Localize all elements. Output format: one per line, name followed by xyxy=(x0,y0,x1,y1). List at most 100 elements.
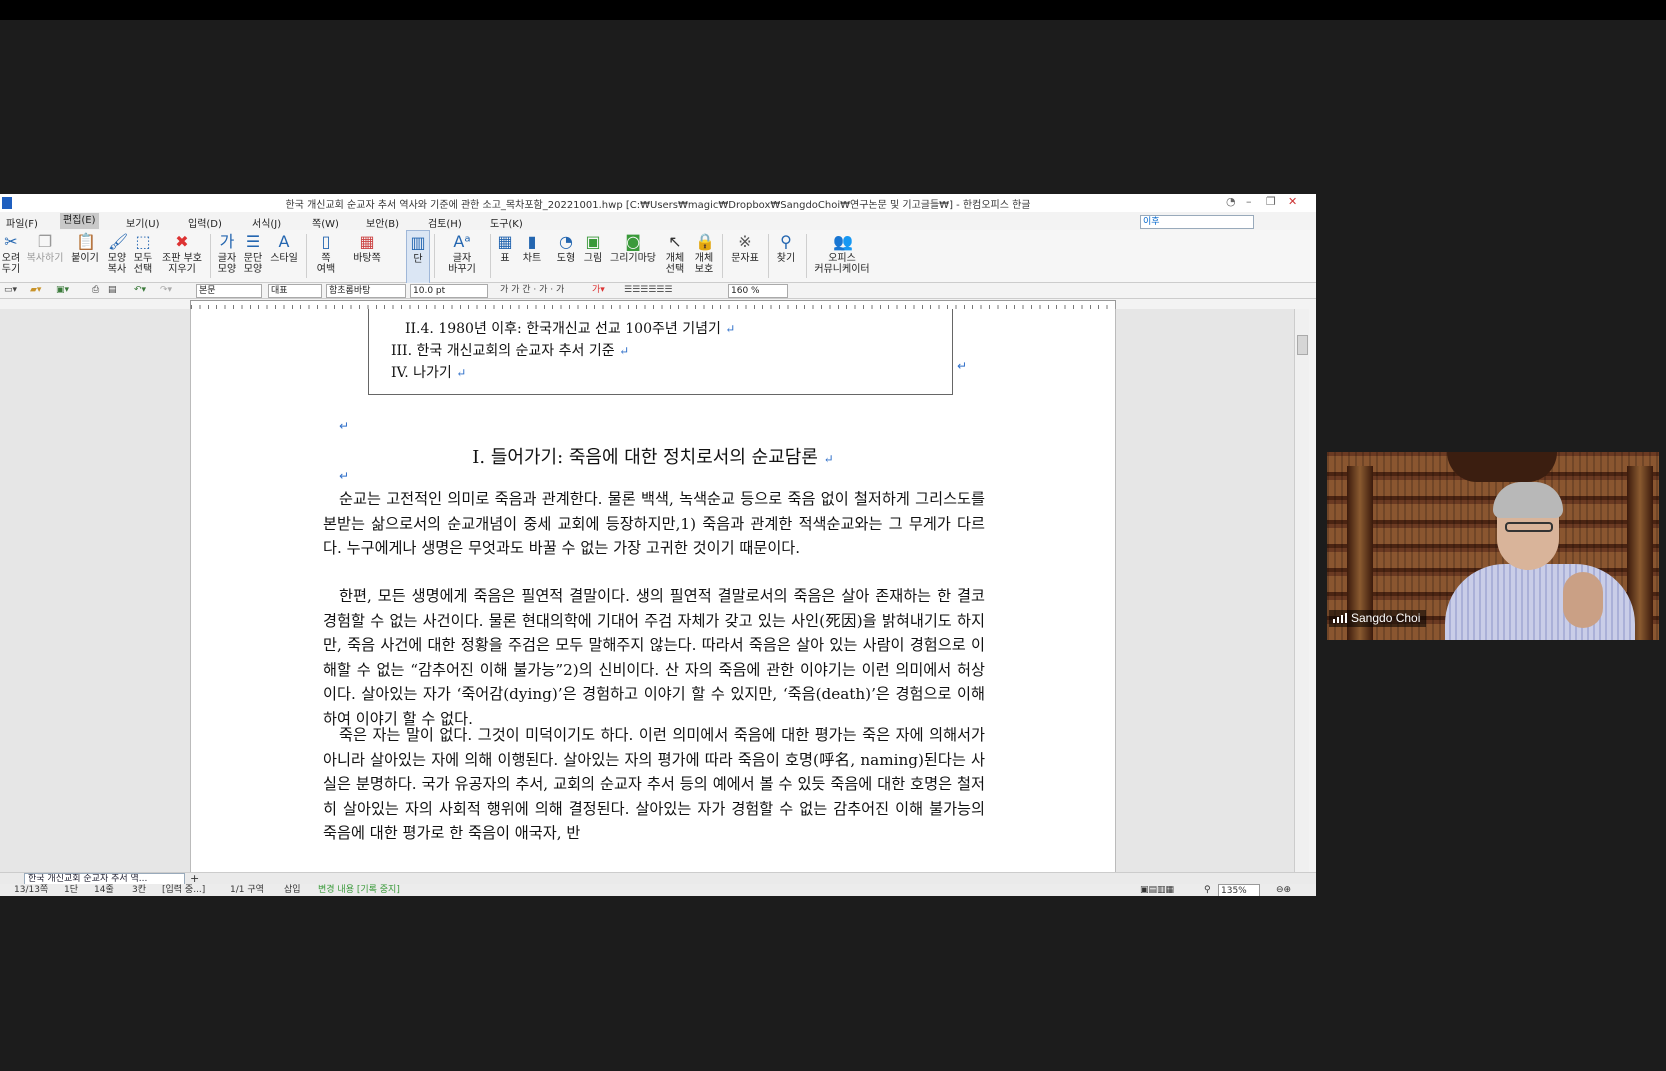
minimize-icon[interactable]: – xyxy=(1246,195,1252,208)
ribbon-separator xyxy=(768,234,769,278)
symbol-icon: ※ xyxy=(738,232,752,251)
body-paragraph: 순교는 고전적인 의미로 죽음과 관계한다. 물론 백색, 녹색순교 등으로 죽… xyxy=(323,490,985,557)
ribbon-separator xyxy=(806,234,807,278)
document-area: II.4. 1980년 이후: 한국개신교 선교 100주년 기념기 ↵ III… xyxy=(0,309,1294,872)
title-bar: 한국 개신교회 순교자 추서 역사와 기준에 관한 소고_목차포함_202210… xyxy=(0,194,1316,212)
preview-icon[interactable]: ▤ xyxy=(108,284,117,297)
chart-icon: ▮ xyxy=(527,232,537,251)
format-painter-button[interactable]: 🖌 모양 복사 xyxy=(104,230,130,282)
status-column: 1단 xyxy=(64,885,79,895)
picture-button[interactable]: ▣ 그림 xyxy=(580,230,606,282)
save-icon[interactable]: ▣▾ xyxy=(56,284,69,297)
print-icon[interactable]: ⎙ xyxy=(92,284,99,297)
replace-char-button[interactable]: Aᵃ 글자 바꾸기 xyxy=(440,230,484,282)
video-tile[interactable]: Sangdo Choi xyxy=(1327,452,1659,640)
participant-name-label: Sangdo Choi xyxy=(1329,610,1427,627)
columns-icon: ▥ xyxy=(410,233,426,252)
find-button[interactable]: ⚲ 찾기 xyxy=(772,230,800,282)
status-page: 13/13쪽 xyxy=(14,885,49,895)
master-page-icon: ▦ xyxy=(359,232,375,251)
close-icon[interactable]: ✕ xyxy=(1288,195,1297,208)
line-spacing-input[interactable]: 160 % xyxy=(728,284,788,298)
window-title: 한국 개신교회 순교자 추서 역사와 기준에 관한 소고_목차포함_202210… xyxy=(285,200,1031,211)
section-heading: I. 들어가기: 죽음에 대한 정치로서의 순교담론 ↵ xyxy=(472,447,834,468)
object-protect-button[interactable]: 🔒 개체 보호 xyxy=(690,230,718,282)
menu-bar: 파일(F) 편집(E) 보기(U) 입력(D) 서식(J) 쪽(W) 보안(B)… xyxy=(0,212,1316,230)
status-line: 14줄 xyxy=(94,885,114,895)
menu-page[interactable]: 쪽(W) xyxy=(312,215,339,230)
help-icon[interactable]: ◔ xyxy=(1226,195,1236,208)
status-mode[interactable]: 삽입 xyxy=(284,884,301,896)
chart-button[interactable]: ▮ 차트 xyxy=(518,230,546,282)
char-shape-button[interactable]: 가 글자 모양 xyxy=(214,230,240,282)
vertical-scrollbar[interactable] xyxy=(1294,309,1309,872)
select-all-button[interactable]: ⬚ 모두 선택 xyxy=(130,230,156,282)
para-shape-button[interactable]: ☰ 문단 모양 xyxy=(240,230,266,282)
font-lang-select[interactable]: 대표 xyxy=(268,284,322,298)
copy-button[interactable]: ❐ 복사하기 xyxy=(22,230,68,282)
menu-insert[interactable]: 입력(D) xyxy=(188,215,222,230)
font-select[interactable]: 함초롬바탕 xyxy=(326,284,406,298)
status-track-changes[interactable]: 변경 내용 [기록 중지] xyxy=(318,884,400,896)
paragraph-mark: ↵ xyxy=(339,469,350,483)
clipart-button[interactable]: ◙ 그리기마당 xyxy=(608,230,658,282)
format-toolbar: ▭▾ ▰▾ ▣▾ ⎙ ▤ ↶▾ ↷▾ 본문 대표 함초롬바탕 10.0 pt 가… xyxy=(0,283,1316,299)
replace-char-icon: Aᵃ xyxy=(453,232,471,251)
menu-review[interactable]: 검토(H) xyxy=(428,215,462,230)
document-page[interactable]: II.4. 1980년 이후: 한국개신교 선교 100주년 기념기 ↵ III… xyxy=(190,309,1116,872)
toc-item: IV. 나가기 ↵ xyxy=(391,365,467,381)
columns-button[interactable]: ▥ 단 xyxy=(406,230,430,284)
toc-item: II.4. 1980년 이후: 한국개신교 선교 100주년 기념기 ↵ xyxy=(405,321,736,337)
para-shape-icon: ☰ xyxy=(245,232,261,251)
object-select-button[interactable]: ↖ 개체 선택 xyxy=(662,230,688,282)
shape-button[interactable]: ◔ 도형 xyxy=(554,230,578,282)
redo-icon[interactable]: ↷▾ xyxy=(160,284,172,297)
open-icon[interactable]: ▰▾ xyxy=(30,284,41,297)
align-buttons-icon[interactable]: ☰☰☰☰☰☰ xyxy=(624,284,672,297)
status-section: 1/1 구역 xyxy=(230,885,264,895)
page-margin-button[interactable]: ▯ 쪽 여백 xyxy=(312,230,340,282)
menu-edit[interactable]: 편집(E) xyxy=(60,213,99,229)
select-all-icon: ⬚ xyxy=(135,232,151,251)
style-button[interactable]: A 스타일 xyxy=(266,230,302,282)
menu-file[interactable]: 파일(F) xyxy=(6,215,38,230)
menu-view[interactable]: 보기(U) xyxy=(126,215,160,230)
zoom-icon: ⚲ xyxy=(1204,885,1211,895)
zoom-select[interactable]: 135% xyxy=(1218,884,1260,896)
menu-format[interactable]: 서식(J) xyxy=(252,215,281,230)
scrollbar-thumb[interactable] xyxy=(1297,335,1308,355)
menu-search-input[interactable]: 이후 xyxy=(1140,215,1254,229)
restore-icon[interactable]: ❐ xyxy=(1266,195,1276,208)
cut-button[interactable]: ✂ 오려 두기 xyxy=(0,230,22,282)
status-input: [입력 중...] xyxy=(162,885,206,895)
participant-hair xyxy=(1493,482,1563,518)
participant-hand xyxy=(1563,572,1603,628)
menu-security[interactable]: 보안(B) xyxy=(366,215,399,230)
communicator-button[interactable]: 👥 오피스 커뮤니케이터 xyxy=(810,230,874,282)
style-select[interactable]: 본문 xyxy=(196,284,262,298)
paste-button[interactable]: 📋 붙이기 xyxy=(68,230,102,282)
undo-icon[interactable]: ↶▾ xyxy=(134,284,146,297)
symbol-button[interactable]: ※ 문자표 xyxy=(728,230,762,282)
copy-icon: ❐ xyxy=(37,232,53,251)
zoom-buttons-icon[interactable]: ⊖⊕ xyxy=(1276,884,1291,896)
participant-body xyxy=(1445,564,1635,640)
font-size-input[interactable]: 10.0 pt xyxy=(410,284,488,298)
font-color-icon[interactable]: 가▾ xyxy=(592,284,605,297)
master-page-button[interactable]: ▦ 바탕쪽 xyxy=(348,230,386,282)
style-icon: A xyxy=(278,232,290,251)
paragraph-mark: ↵ xyxy=(339,419,350,433)
status-col: 3칸 xyxy=(132,885,147,895)
clear-markup-button[interactable]: ✖ 조판 부호 지우기 xyxy=(156,230,208,282)
table-icon: ▦ xyxy=(497,232,513,251)
shape-icon: ◔ xyxy=(559,232,573,251)
ribbon-separator xyxy=(434,234,435,278)
ribbon-separator xyxy=(306,234,307,278)
new-doc-icon[interactable]: ▭▾ xyxy=(4,284,17,297)
toc-item: III. 한국 개신교회의 순교자 추서 기준 ↵ xyxy=(391,343,630,359)
table-button[interactable]: ▦ 표 xyxy=(494,230,516,282)
view-mode-icons[interactable]: ▣▤▥▦ xyxy=(1140,884,1174,896)
menu-tools[interactable]: 도구(K) xyxy=(490,215,523,230)
paragraph-mark: ↵ xyxy=(957,359,968,373)
format-glyph-buttons[interactable]: 가 가 간 · 가 · 가 xyxy=(500,284,564,297)
